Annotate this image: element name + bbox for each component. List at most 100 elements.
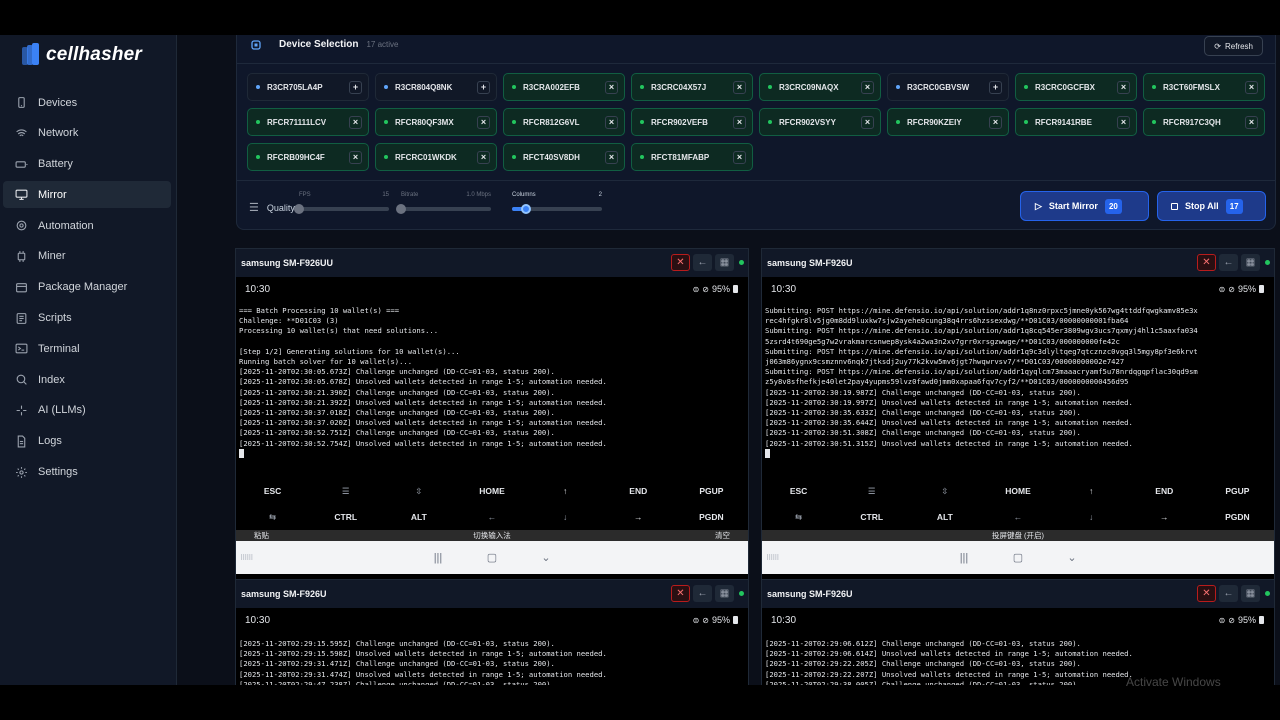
key-button[interactable]: ← (981, 504, 1054, 530)
sidebar-item-ai-llms[interactable]: AI (LLMs) (3, 397, 171, 424)
grid-icon[interactable]: ▦ (715, 585, 734, 602)
device-mirror-window[interactable]: samsung SM-F926U ✕ ← ▦ 10:30 ⊜ ⊘ 95% [20… (235, 579, 749, 685)
slider-bitrate[interactable]: Bitrate 1.0 Mbps (396, 192, 491, 214)
key-button[interactable]: END (602, 478, 675, 504)
key-button[interactable]: PGUP (1201, 478, 1274, 504)
sidebar-item-mirror[interactable]: Mirror (3, 181, 171, 209)
device-chip[interactable]: R3CRC04X57J × (631, 73, 753, 101)
back-chevron-icon[interactable]: ⌄ (1065, 551, 1079, 564)
back-button[interactable]: ← (1219, 254, 1238, 271)
slider-handle[interactable] (294, 204, 304, 214)
device-mirror-window[interactable]: samsung SM-F926U ✕ ← ▦ 10:30 ⊜ ⊘ 95% [20… (761, 579, 1275, 685)
key-button[interactable]: ☰ (835, 478, 908, 504)
grid-icon[interactable]: ▦ (1241, 585, 1260, 602)
remove-device-button[interactable]: × (733, 116, 746, 129)
device-chip[interactable]: RFCR90KZEIY × (887, 108, 1009, 136)
close-window-button[interactable]: ✕ (1197, 254, 1216, 271)
remove-device-button[interactable]: × (1245, 116, 1258, 129)
sidebar-item-logs[interactable]: Logs (3, 428, 171, 455)
sidebar-item-miner[interactable]: Miner (3, 243, 171, 270)
slider-track[interactable] (294, 204, 389, 214)
sidebar-item-terminal[interactable]: Terminal (3, 335, 171, 362)
device-chip[interactable]: RFCR902VEFB × (631, 108, 753, 136)
terminal-output[interactable]: === Batch Processing 10 wallet(s) === Cha… (236, 306, 748, 478)
input-method-button[interactable]: 切换输入法 (236, 530, 748, 541)
add-device-button[interactable]: + (349, 81, 362, 94)
device-mirror-window[interactable]: samsung SM-F926U ✕ ← ▦ 10:30 ⊜ ⊘ 95% Sub… (761, 248, 1275, 601)
remove-device-button[interactable]: × (861, 116, 874, 129)
remove-device-button[interactable]: × (605, 81, 618, 94)
key-button[interactable]: PGUP (675, 478, 748, 504)
grid-icon[interactable]: ▦ (1241, 254, 1260, 271)
close-window-button[interactable]: ✕ (671, 585, 690, 602)
device-chip[interactable]: R3CR705LA4P + (247, 73, 369, 101)
key-button[interactable]: → (602, 504, 675, 530)
sidebar-item-network[interactable]: Network (3, 120, 171, 147)
device-chip[interactable]: R3CRC0GBVSW + (887, 73, 1009, 101)
sidebar-item-package-manager[interactable]: Package Manager (3, 274, 171, 301)
device-chip[interactable]: RFCR71111LCV × (247, 108, 369, 136)
terminal-output[interactable]: [2025-11-20T02:29:15.595Z] Challenge unc… (236, 639, 748, 685)
device-chip[interactable]: R3CRC09NAQX × (759, 73, 881, 101)
key-button[interactable]: PGDN (1201, 504, 1274, 530)
home-icon[interactable]: ▢ (485, 551, 499, 564)
recents-icon[interactable]: ||| (431, 552, 445, 564)
key-button[interactable]: ESC (762, 478, 835, 504)
key-button[interactable]: CTRL (309, 504, 382, 530)
key-button[interactable]: ← (455, 504, 528, 530)
slider-handle[interactable] (396, 204, 406, 214)
back-button[interactable]: ← (693, 254, 712, 271)
device-chip[interactable]: R3CT60FMSLX × (1143, 73, 1265, 101)
slider-columns[interactable]: Columns 2 (512, 192, 602, 214)
refresh-button[interactable]: ⟳ Refresh (1204, 36, 1263, 56)
remove-device-button[interactable]: × (349, 116, 362, 129)
remove-device-button[interactable]: × (1245, 81, 1258, 94)
keyboard-icon[interactable]: ⠿⠿⠿ (766, 554, 779, 562)
key-button[interactable]: ⇳ (908, 478, 981, 504)
remove-device-button[interactable]: × (349, 151, 362, 164)
key-button[interactable]: ↑ (1055, 478, 1128, 504)
sidebar-item-scripts[interactable]: Scripts (3, 305, 171, 332)
device-chip[interactable]: RFCR9141RBE × (1015, 108, 1137, 136)
key-button[interactable]: HOME (981, 478, 1054, 504)
terminal-output[interactable]: Submitting: POST https://mine.defensio.i… (762, 306, 1274, 478)
key-button[interactable]: ⇆ (762, 504, 835, 530)
key-button[interactable]: → (1128, 504, 1201, 530)
key-button[interactable]: END (1128, 478, 1201, 504)
device-chip[interactable]: RFCRC01WKDK × (375, 143, 497, 171)
key-button[interactable]: ↑ (529, 478, 602, 504)
device-chip[interactable]: RFCRB09HC4F × (247, 143, 369, 171)
remove-device-button[interactable]: × (1117, 81, 1130, 94)
device-chip[interactable]: RFCR812G6VL × (503, 108, 625, 136)
key-button[interactable]: CTRL (835, 504, 908, 530)
stop-all-button[interactable]: Stop All 17 (1157, 191, 1266, 221)
close-window-button[interactable]: ✕ (671, 254, 690, 271)
slider-fps[interactable]: FPS 15 (294, 192, 389, 214)
remove-device-button[interactable]: × (477, 116, 490, 129)
grid-icon[interactable]: ▦ (715, 254, 734, 271)
key-button[interactable]: ALT (908, 504, 981, 530)
remove-device-button[interactable]: × (1117, 116, 1130, 129)
key-button[interactable]: HOME (455, 478, 528, 504)
clear-button[interactable]: 清空 (715, 530, 730, 541)
sidebar-item-automation[interactable]: Automation (3, 212, 171, 239)
remove-device-button[interactable]: × (605, 151, 618, 164)
home-icon[interactable]: ▢ (1011, 551, 1025, 564)
start-mirror-button[interactable]: ▷ Start Mirror 20 (1020, 191, 1149, 221)
recents-icon[interactable]: ||| (957, 552, 971, 564)
sidebar-item-devices[interactable]: Devices (3, 89, 171, 116)
add-device-button[interactable]: + (477, 81, 490, 94)
sidebar-item-battery[interactable]: Battery (3, 151, 171, 178)
key-button[interactable]: ↓ (529, 504, 602, 530)
remove-device-button[interactable]: × (477, 151, 490, 164)
sidebar-item-settings[interactable]: Settings (3, 459, 171, 486)
slider-handle[interactable] (520, 204, 531, 214)
remove-device-button[interactable]: × (733, 151, 746, 164)
input-method-button[interactable]: 投屏键盘 (开启) (762, 530, 1274, 541)
device-chip[interactable]: RFCR917C3QH × (1143, 108, 1265, 136)
device-chip[interactable]: R3CRA002EFB × (503, 73, 625, 101)
device-mirror-window[interactable]: samsung SM-F926UU ✕ ← ▦ 10:30 ⊜ ⊘ 95% ==… (235, 248, 749, 601)
remove-device-button[interactable]: × (733, 81, 746, 94)
back-button[interactable]: ← (1219, 585, 1238, 602)
remove-device-button[interactable]: × (861, 81, 874, 94)
